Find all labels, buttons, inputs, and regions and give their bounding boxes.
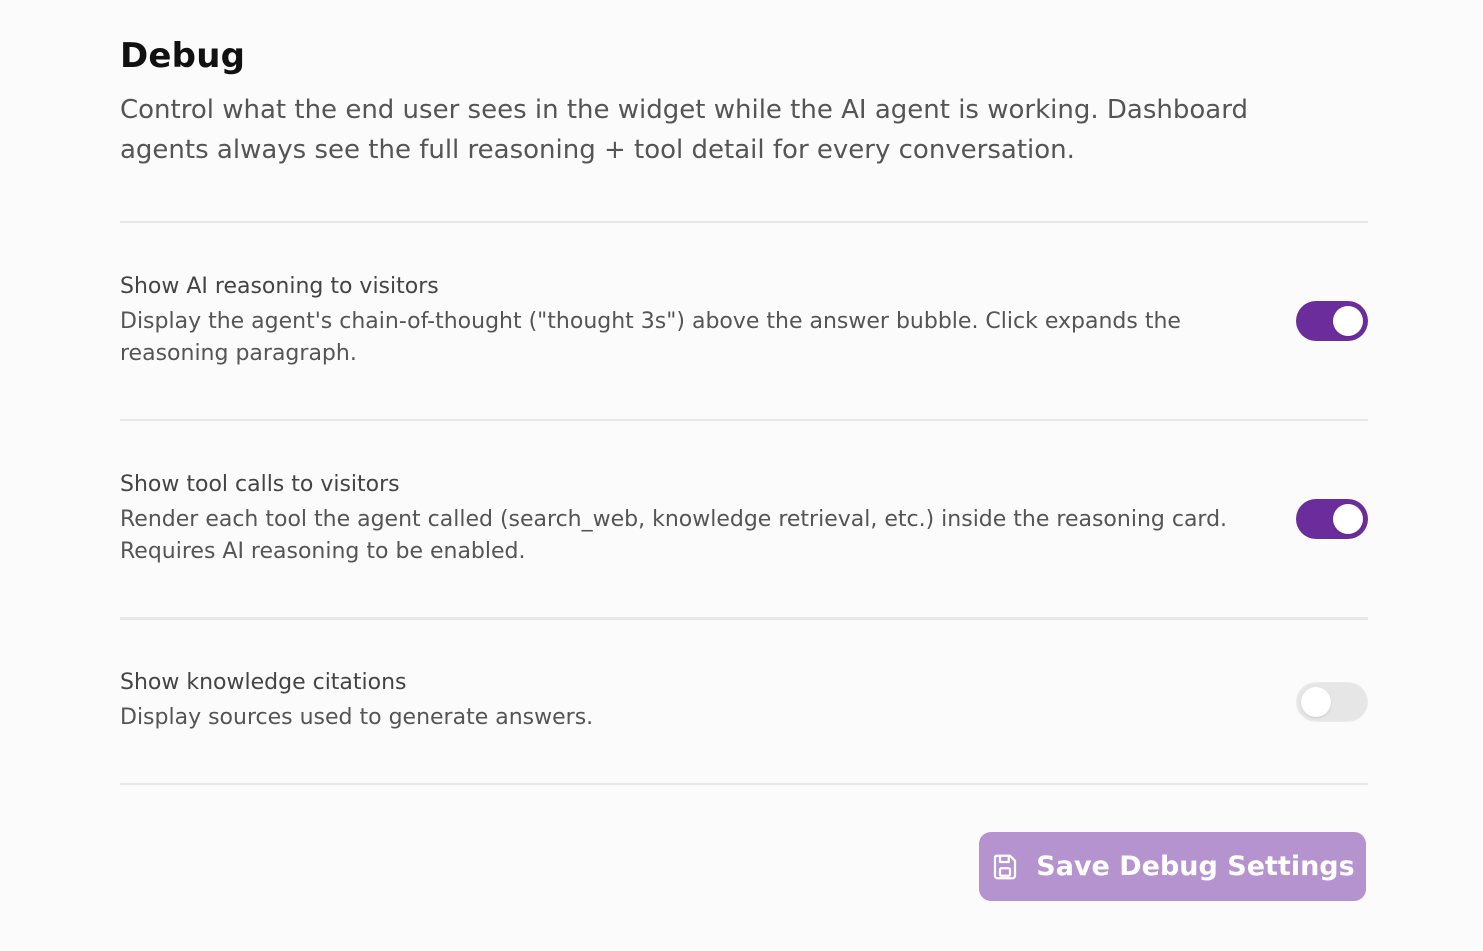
setting-text: Show AI reasoning to visitors Display th… (120, 272, 1280, 370)
page-description: Control what the end user sees in the wi… (120, 95, 1248, 165)
setting-row-tool-calls: Show tool calls to visitors Render each … (120, 421, 1368, 617)
toggle-ai-reasoning[interactable] (1296, 301, 1368, 341)
setting-text: Show tool calls to visitors Render each … (120, 470, 1280, 568)
setting-description: Display sources used to generate answers… (120, 704, 594, 730)
toggle-knob (1333, 306, 1363, 336)
settings-content: Debug Control what the end user sees in … (120, 0, 1368, 901)
setting-title: Show AI reasoning to visitors (120, 273, 439, 299)
divider (120, 783, 1368, 785)
setting-row-knowledge-citations: Show knowledge citations Display sources… (120, 620, 1368, 783)
page-title: Debug (120, 36, 246, 76)
setting-description: Display the agent's chain-of-thought ("t… (120, 308, 1181, 366)
save-icon (990, 852, 1020, 882)
save-button-label: Save Debug Settings (1036, 851, 1355, 882)
toggle-knob (1301, 686, 1331, 717)
save-debug-settings-button[interactable]: Save Debug Settings (979, 832, 1366, 901)
footer-actions: Save Debug Settings (120, 832, 1368, 901)
setting-row-ai-reasoning: Show AI reasoning to visitors Display th… (120, 223, 1368, 419)
setting-title: Show tool calls to visitors (120, 472, 400, 497)
debug-settings-page: Debug Control what the end user sees in … (0, 0, 1483, 951)
setting-title: Show knowledge citations (120, 669, 407, 695)
toggle-tool-calls[interactable] (1296, 499, 1368, 539)
toggle-knowledge-citations[interactable] (1296, 681, 1368, 722)
setting-text: Show knowledge citations Display sources… (120, 668, 1280, 734)
setting-description: Render each tool the agent called (searc… (120, 507, 1228, 564)
toggle-knob (1333, 504, 1363, 534)
